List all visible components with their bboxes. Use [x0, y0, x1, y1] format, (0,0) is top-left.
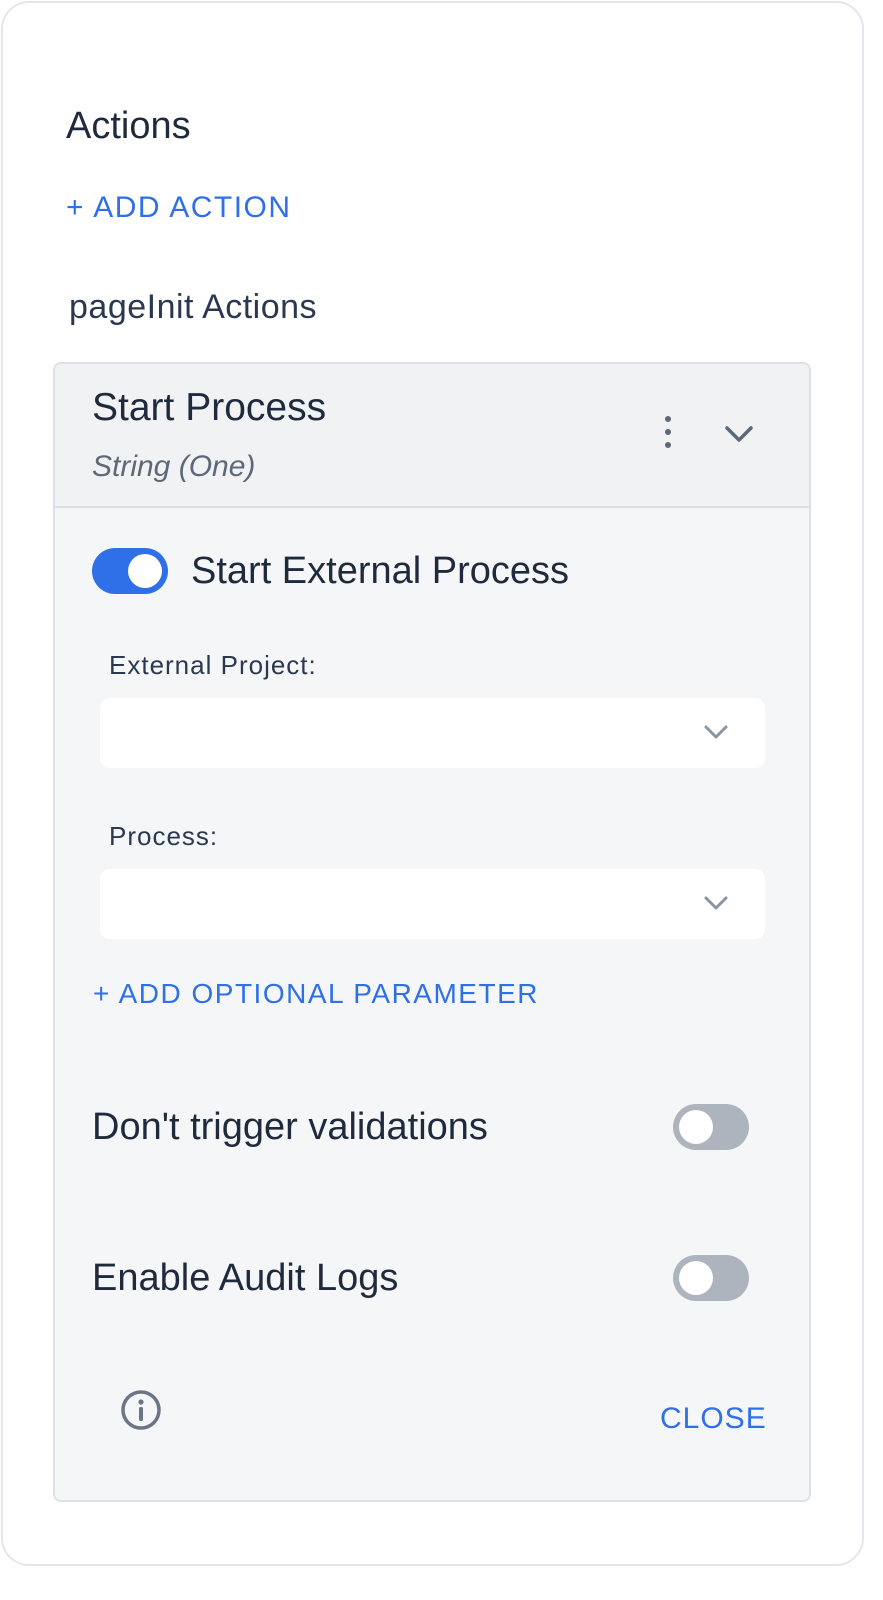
- close-button[interactable]: CLOSE: [660, 1402, 767, 1436]
- action-title: Start Process: [92, 386, 327, 429]
- action-card-header[interactable]: Start Process String (One): [55, 364, 809, 508]
- actions-panel: Actions + ADD ACTION pageInit Actions St…: [1, 1, 864, 1566]
- toggle-knob: [679, 1110, 713, 1144]
- add-optional-parameter-button[interactable]: + ADD OPTIONAL PARAMETER: [93, 978, 539, 1010]
- add-action-button[interactable]: + ADD ACTION: [66, 191, 292, 225]
- dont-trigger-validations-toggle[interactable]: [673, 1104, 749, 1150]
- chevron-down-icon: [704, 896, 728, 910]
- action-subtitle: String (One): [92, 450, 256, 483]
- external-project-select[interactable]: [100, 698, 765, 768]
- enable-audit-logs-label: Enable Audit Logs: [92, 1257, 399, 1299]
- panel-heading: Actions: [66, 105, 191, 147]
- chevron-down-icon: [704, 725, 728, 739]
- external-project-label: External Project:: [109, 650, 317, 680]
- dont-trigger-validations-label: Don't trigger validations: [92, 1106, 488, 1148]
- process-label: Process:: [109, 821, 219, 851]
- toggle-knob: [128, 554, 162, 588]
- more-options-icon[interactable]: [659, 416, 677, 456]
- enable-audit-logs-toggle[interactable]: [673, 1255, 749, 1301]
- start-external-process-toggle[interactable]: [92, 548, 168, 594]
- info-icon[interactable]: [119, 1388, 163, 1432]
- action-card: Start Process String (One) Start Externa…: [53, 362, 811, 1502]
- start-external-process-label: Start External Process: [191, 550, 570, 592]
- process-select[interactable]: [100, 869, 765, 939]
- toggle-knob: [679, 1261, 713, 1295]
- chevron-down-icon[interactable]: [721, 416, 757, 452]
- section-title: pageInit Actions: [69, 288, 318, 326]
